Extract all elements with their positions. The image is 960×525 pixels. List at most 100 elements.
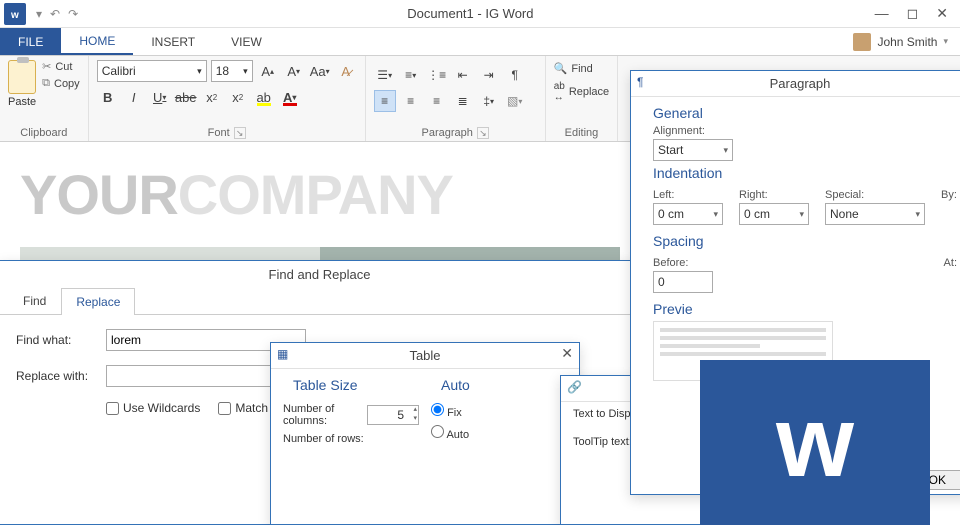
num-columns-input[interactable]: 5	[367, 405, 419, 425]
table-dialog: ▦ Table ✕ Table Size Number of columns: …	[270, 342, 580, 525]
file-tab[interactable]: FILE	[0, 28, 61, 55]
autofit-radio[interactable]: Auto	[431, 425, 469, 441]
font-color-button[interactable]: A▾	[279, 86, 301, 108]
maximize-icon[interactable]: ◻	[907, 5, 919, 22]
undo-icon[interactable]: ↶	[50, 7, 60, 21]
autofit-head: Auto	[431, 373, 567, 397]
user-menu[interactable]: John Smith ▾	[853, 28, 960, 55]
table-size-head: Table Size	[283, 373, 419, 397]
before-spacing-input[interactable]: 0	[653, 271, 713, 293]
table-title: Table	[409, 348, 440, 363]
copy-icon: ⧉	[42, 77, 50, 90]
minimize-icon[interactable]: —	[875, 5, 889, 22]
before-label: Before:	[653, 257, 713, 269]
replace-with-label: Replace with:	[16, 369, 96, 383]
find-replace-title: Find and Replace	[269, 267, 371, 282]
num-rows-label: Number of rows:	[283, 433, 364, 445]
chevron-down-icon: ▾	[943, 36, 948, 47]
alignment-select[interactable]: Start▾	[653, 139, 733, 161]
copy-button[interactable]: ⧉Copy	[42, 77, 80, 90]
clipboard-label: Clipboard	[20, 127, 67, 139]
close-icon[interactable]: ✕	[561, 345, 573, 362]
app-icon: w	[4, 3, 26, 25]
paragraph-label: Paragraph	[422, 127, 473, 139]
redo-icon[interactable]: ↷	[68, 7, 78, 21]
home-tab[interactable]: HOME	[61, 28, 133, 55]
line-spacing-button[interactable]: ‡▾	[478, 90, 500, 112]
highlight-button[interactable]: ab	[253, 86, 275, 108]
word-logo: w	[776, 385, 854, 500]
fixed-width-radio[interactable]: Fix	[431, 403, 462, 419]
title-bar: w ▾ ↶ ↷ Document1 - IG Word — ◻ ✕	[0, 0, 960, 28]
alignment-label: Alignment:	[653, 125, 957, 137]
change-case-button[interactable]: Aa▾	[309, 60, 331, 82]
align-right-button[interactable]: ≡	[426, 90, 448, 112]
paragraph-dialog-launcher[interactable]: ↘	[477, 127, 489, 139]
replace-tab[interactable]: Replace	[61, 288, 135, 315]
clipboard-icon	[8, 60, 36, 94]
font-group: Calibri▾ 18▾ A▴ A▾ Aa▾ A̷ B I U▾ abe x2 …	[89, 56, 366, 141]
preview-head: Previe	[643, 297, 957, 321]
right-indent-input[interactable]: 0 cm▾	[739, 203, 809, 225]
paragraph-group: ☰▾ ≡▾ ⋮≡ ⇤ ⇥ ¶ ≡ ≡ ≡ ≣ ‡▾ ▧▾ Paragraph ↘	[366, 56, 546, 141]
italic-button[interactable]: I	[123, 86, 145, 108]
justify-button[interactable]: ≣	[452, 90, 474, 112]
show-marks-button[interactable]: ¶	[504, 64, 526, 86]
grow-font-button[interactable]: A▴	[257, 60, 279, 82]
font-size-select[interactable]: 18▾	[211, 60, 253, 82]
cut-button[interactable]: ✂Cut	[42, 60, 80, 73]
find-what-label: Find what:	[16, 333, 96, 347]
qat-dropdown-icon[interactable]: ▾	[36, 7, 42, 21]
subscript-button[interactable]: x2	[201, 86, 223, 108]
tab-strip: FILE HOME INSERT VIEW John Smith ▾	[0, 28, 960, 56]
word-tile: w	[700, 360, 930, 525]
window-title: Document1 - IG Word	[78, 6, 862, 21]
bullets-button[interactable]: ☰▾	[374, 64, 396, 86]
shrink-font-button[interactable]: A▾	[283, 60, 305, 82]
multilevel-button[interactable]: ⋮≡	[426, 64, 448, 86]
find-button[interactable]: 🔍Find	[554, 60, 593, 77]
font-label: Font	[208, 127, 230, 139]
special-label: Special:	[825, 189, 925, 201]
general-head: General	[643, 101, 957, 125]
underline-button[interactable]: U▾	[149, 86, 171, 108]
insert-tab[interactable]: INSERT	[133, 28, 213, 55]
spacing-head: Spacing	[643, 229, 957, 253]
scissors-icon: ✂	[42, 60, 51, 73]
clipboard-group: Paste ✂Cut ⧉Copy Clipboard	[0, 56, 89, 141]
special-select[interactable]: None▾	[825, 203, 925, 225]
binoculars-icon: 🔍	[554, 62, 568, 75]
right-label: Right:	[739, 189, 809, 201]
decrease-indent-button[interactable]: ⇤	[452, 64, 474, 86]
font-dialog-launcher[interactable]: ↘	[234, 127, 246, 139]
increase-indent-button[interactable]: ⇥	[478, 64, 500, 86]
find-tab[interactable]: Find	[8, 287, 61, 314]
by-label: By:	[941, 189, 957, 201]
num-columns-label: Number of columns:	[283, 403, 367, 427]
paragraph-title: Paragraph	[770, 76, 831, 91]
left-label: Left:	[653, 189, 723, 201]
close-icon[interactable]: ✕	[936, 5, 948, 22]
editing-label: Editing	[565, 127, 599, 139]
align-center-button[interactable]: ≡	[400, 90, 422, 112]
superscript-button[interactable]: x2	[227, 86, 249, 108]
replace-button[interactable]: ab↔Replace	[554, 79, 609, 105]
font-name-select[interactable]: Calibri▾	[97, 60, 207, 82]
wildcards-checkbox[interactable]: Use Wildcards	[106, 401, 200, 415]
editing-group: 🔍Find ab↔Replace Editing	[546, 56, 618, 141]
align-left-button[interactable]: ≡	[374, 90, 396, 112]
left-indent-input[interactable]: 0 cm▾	[653, 203, 723, 225]
clear-format-button[interactable]: A̷	[335, 60, 357, 82]
pilcrow-icon: ¶	[637, 75, 643, 89]
bold-button[interactable]: B	[97, 86, 119, 108]
svg-text:w: w	[10, 10, 19, 21]
at-label: At:	[944, 257, 957, 269]
user-name: John Smith	[877, 35, 937, 49]
avatar	[853, 33, 871, 51]
view-tab[interactable]: VIEW	[213, 28, 280, 55]
strike-button[interactable]: abe	[175, 86, 197, 108]
numbering-button[interactable]: ≡▾	[400, 64, 422, 86]
table-icon: ▦	[277, 347, 288, 361]
shading-button[interactable]: ▧▾	[504, 90, 526, 112]
paste-button[interactable]: Paste	[8, 60, 36, 108]
